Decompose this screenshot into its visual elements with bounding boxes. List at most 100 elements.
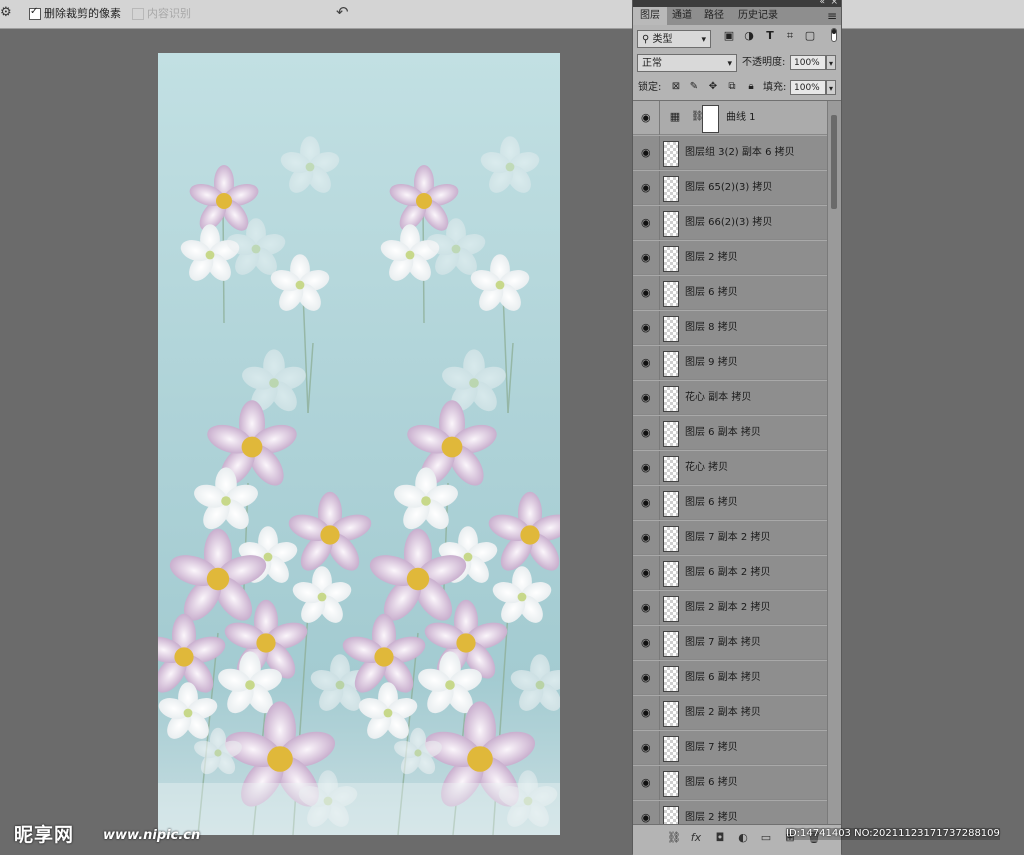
layer-name: 图层 6 拷贝	[685, 777, 738, 788]
layer-row[interactable]: ◉ 图层 66(2)(3) 拷贝	[633, 206, 827, 240]
layer-row[interactable]: ◉ 图层 7 副本 拷贝	[633, 626, 827, 660]
filter-toggle[interactable]	[831, 28, 837, 42]
filter-kind-select[interactable]: ⚲ 类型 ▾	[637, 30, 711, 48]
layer-thumbnail	[663, 176, 679, 202]
tab-paths[interactable]: 路径	[699, 7, 729, 25]
lock-artboard-icon[interactable]: ⧉	[726, 81, 738, 93]
layer-row[interactable]: ◉ ▦ ⛓ 曲线 1	[633, 101, 827, 135]
hamburger-icon[interactable]: ≡	[827, 7, 837, 25]
layer-row[interactable]: ◉ 图层 6 副本 拷贝	[633, 416, 827, 450]
layer-mask-thumbnail[interactable]	[702, 105, 719, 133]
layer-thumbnail	[663, 281, 679, 307]
tab-channels[interactable]: 通道	[667, 7, 697, 25]
visibility-toggle[interactable]: ◉	[633, 661, 660, 695]
gear-icon[interactable]: ⚙	[0, 6, 12, 20]
new-group-icon[interactable]: ▭	[759, 831, 773, 845]
visibility-toggle[interactable]: ◉	[633, 381, 660, 415]
lock-transparency-icon[interactable]: ⊠	[670, 81, 682, 93]
visibility-toggle[interactable]: ◉	[633, 626, 660, 660]
layer-row[interactable]: ◉ 图层 2 副本 拷贝	[633, 696, 827, 730]
visibility-toggle[interactable]: ◉	[633, 521, 660, 555]
visibility-toggle[interactable]: ◉	[633, 241, 660, 275]
layer-thumbnail	[663, 561, 679, 587]
visibility-toggle[interactable]: ◉	[633, 696, 660, 730]
visibility-toggle[interactable]: ◉	[633, 766, 660, 800]
visibility-toggle[interactable]: ◉	[633, 311, 660, 345]
layer-thumbnail	[663, 631, 679, 657]
lock-move-icon[interactable]: ✥	[707, 81, 719, 93]
layer-thumbnail	[663, 526, 679, 552]
visibility-toggle[interactable]: ◉	[633, 101, 660, 135]
layer-row[interactable]: ◉ 图层 65(2)(3) 拷贝	[633, 171, 827, 205]
type-filter-icon[interactable]: T	[763, 29, 777, 43]
shape-filter-icon[interactable]: ⌗	[783, 29, 797, 43]
visibility-toggle[interactable]: ◉	[633, 451, 660, 485]
filter-row: ⚲ 类型 ▾ ▣ ◑ T ⌗ ▢	[633, 25, 841, 51]
visibility-toggle[interactable]: ◉	[633, 171, 660, 205]
layer-row[interactable]: ◉ 图层 2 拷贝	[633, 801, 827, 824]
image-filter-icon[interactable]: ▣	[722, 29, 736, 43]
layer-row[interactable]: ◉ 花心 副本 拷贝	[633, 381, 827, 415]
fx-icon[interactable]: fx	[689, 831, 703, 845]
visibility-toggle[interactable]: ◉	[633, 346, 660, 380]
visibility-toggle[interactable]: ◉	[633, 206, 660, 240]
undo-icon[interactable]: ↶	[336, 4, 352, 20]
opacity-input[interactable]: 100%	[790, 55, 826, 70]
layer-row[interactable]: ◉ 图层 7 副本 2 拷贝	[633, 521, 827, 555]
layer-list-scrollbar[interactable]	[827, 101, 841, 824]
eye-icon: ◉	[641, 111, 651, 124]
adjustment-filter-icon[interactable]: ◑	[742, 29, 756, 43]
layer-row[interactable]: ◉ 图层 6 拷贝	[633, 766, 827, 800]
visibility-toggle[interactable]: ◉	[633, 731, 660, 765]
new-adjustment-icon[interactable]: ◐	[736, 831, 750, 845]
lock-label: 锁定:	[638, 82, 662, 93]
blend-mode-select[interactable]: 正常 ▾	[637, 54, 737, 72]
opacity-dropdown-icon[interactable]: ▾	[826, 55, 836, 70]
layer-row[interactable]: ◉ 图层 7 拷贝	[633, 731, 827, 765]
layer-thumbnail	[663, 596, 679, 622]
layer-row[interactable]: ◉ 图层 8 拷贝	[633, 311, 827, 345]
visibility-toggle[interactable]: ◉	[633, 591, 660, 625]
document-canvas[interactable]	[158, 53, 560, 835]
chevron-down-icon: ▾	[701, 35, 706, 45]
layer-row[interactable]: ◉ 图层 6 副本 2 拷贝	[633, 556, 827, 590]
eye-icon: ◉	[641, 461, 651, 474]
tab-history[interactable]: 历史记录	[731, 7, 785, 25]
visibility-toggle[interactable]: ◉	[633, 556, 660, 590]
add-mask-icon[interactable]: ◘	[713, 831, 727, 845]
double-chevron-icon[interactable]: «	[819, 0, 825, 7]
layer-row[interactable]: ◉ 图层 6 副本 拷贝	[633, 661, 827, 695]
scrollbar-thumb[interactable]	[831, 115, 837, 209]
chevron-down-icon: ▾	[727, 59, 732, 69]
layer-row[interactable]: ◉ 图层 9 拷贝	[633, 346, 827, 380]
layer-thumbnail	[663, 456, 679, 482]
layer-thumbnail	[663, 771, 679, 797]
visibility-toggle[interactable]: ◉	[633, 416, 660, 450]
layer-name: 图层 6 副本 2 拷贝	[685, 567, 771, 578]
eye-icon: ◉	[641, 601, 651, 614]
delete-cropped-pixels-checkbox[interactable]	[29, 6, 41, 20]
smart-object-filter-icon[interactable]: ▢	[803, 29, 817, 43]
eye-icon: ◉	[641, 496, 651, 509]
layer-row[interactable]: ◉ 图层 2 拷贝	[633, 241, 827, 275]
tab-layers[interactable]: 图层	[633, 7, 667, 25]
search-icon: ⚲	[642, 34, 653, 45]
visibility-toggle[interactable]: ◉	[633, 276, 660, 310]
layer-name: 图层 2 拷贝	[685, 812, 738, 823]
layer-row[interactable]: ◉ 图层 2 副本 2 拷贝	[633, 591, 827, 625]
visibility-toggle[interactable]: ◉	[633, 136, 660, 170]
visibility-toggle[interactable]: ◉	[633, 486, 660, 520]
layer-row[interactable]: ◉ 图层组 3(2) 副本 6 拷贝	[633, 136, 827, 170]
close-icon[interactable]: ×	[830, 0, 838, 7]
fill-dropdown-icon[interactable]: ▾	[826, 80, 836, 95]
lock-brush-icon[interactable]: ✎	[688, 81, 700, 93]
content-aware-checkbox[interactable]	[132, 8, 144, 20]
layer-thumbnail	[663, 211, 679, 237]
fill-input[interactable]: 100%	[790, 80, 826, 95]
layer-row[interactable]: ◉ 图层 6 拷贝	[633, 276, 827, 310]
layer-row[interactable]: ◉ 图层 6 拷贝	[633, 486, 827, 520]
layer-row[interactable]: ◉ 花心 拷贝	[633, 451, 827, 485]
link-layers-icon[interactable]: ⛓	[667, 831, 681, 845]
visibility-toggle[interactable]: ◉	[633, 801, 660, 824]
lock-all-icon[interactable]: 🔒︎	[745, 81, 757, 93]
